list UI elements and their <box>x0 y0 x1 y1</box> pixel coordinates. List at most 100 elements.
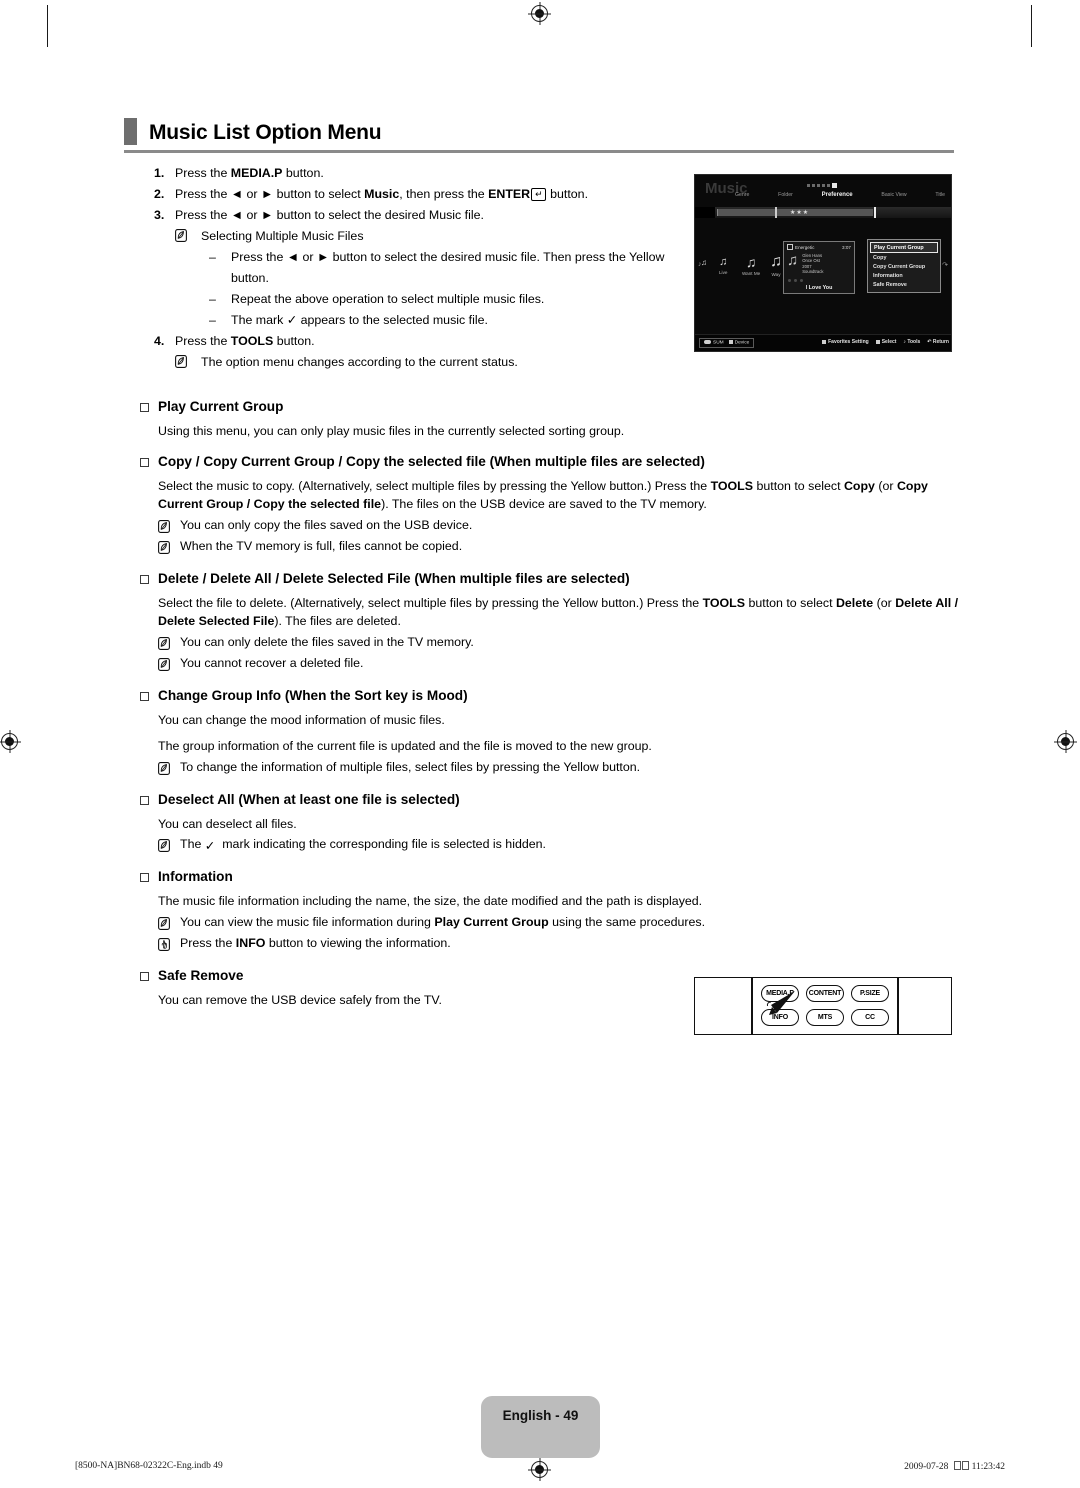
substep-note: Selecting Multiple Music Files <box>175 226 684 247</box>
steps-list: 1. Press the MEDIA.P button. 2. Press th… <box>154 163 684 373</box>
tv-status-return[interactable]: ↶ Return <box>927 339 949 345</box>
section-deselect-all: Deselect All (When at least one file is … <box>140 791 960 857</box>
section-heading-text: Play Current Group <box>158 399 284 414</box>
tv-status-sum: SUM <box>704 340 724 346</box>
dash-text: Press the ◄ or ► button to select the de… <box>231 250 665 285</box>
note-icon <box>158 516 180 537</box>
tv-detail-header: Energetic 3:07 <box>784 242 854 250</box>
dash-item-3: – The mark ✓ appears to the selected mus… <box>209 310 684 331</box>
tv-menu-item-copy[interactable]: Copy <box>870 253 938 262</box>
remote-key-info[interactable]: INFO <box>761 1009 799 1026</box>
tv-detail-panel: Energetic 3:07 ♫ Glen Hans Once Ost 2007… <box>783 241 855 294</box>
manual-page: Music List Option Menu 1. Press the MEDI… <box>0 0 1080 1488</box>
step-4-note-text: The option menu changes according to the… <box>201 355 518 369</box>
tv-rating-stars: ★★★ <box>790 210 810 216</box>
tv-thumb-want-me[interactable]: ♫ Want Me <box>742 255 760 276</box>
section-note-text: The ✓ mark indicating the corresponding … <box>180 837 546 853</box>
remote-key-cc[interactable]: CC <box>851 1009 889 1026</box>
step-text: Press the MEDIA.P button. <box>175 166 324 180</box>
pointing-hand-icon <box>158 934 180 955</box>
note-icon <box>158 654 180 675</box>
tv-status-favorites[interactable]: Favorites Setting <box>822 339 869 345</box>
square-bullet-icon <box>140 574 149 584</box>
section-heading-text: Delete / Delete All / Delete Selected Fi… <box>158 570 630 586</box>
section-heading-block: Music List Option Menu <box>124 118 954 153</box>
step-number: 1. <box>154 166 165 180</box>
tv-status-tools[interactable]: ♪ Tools <box>903 339 920 345</box>
tv-thumb-0[interactable]: ♫ <box>701 259 707 267</box>
section-note: You can view the music file information … <box>140 913 960 934</box>
remote-divider-left <box>751 978 753 1034</box>
square-bullet-icon <box>140 971 149 981</box>
section-heading: Information <box>140 868 960 886</box>
tv-status-select[interactable]: Select <box>875 339 896 345</box>
tv-scroll-bar[interactable]: ★★★ <box>695 207 951 218</box>
square-bullet-icon <box>140 691 149 701</box>
remote-key-mts[interactable]: MTS <box>806 1009 844 1026</box>
tv-bar-handle[interactable] <box>775 207 777 218</box>
content-sections: Play Current Group Using this menu, you … <box>140 398 960 1021</box>
remote-key-content[interactable]: CONTENT <box>806 985 844 1002</box>
tv-sort-nav[interactable]: Genre Folder Preference Basic View Title <box>735 192 945 198</box>
select-button-icon <box>875 339 880 344</box>
tv-thumb-way[interactable]: ♫ Way <box>770 254 782 278</box>
tv-nav-preference[interactable]: Preference <box>822 192 853 198</box>
tv-nav-folder[interactable]: Folder <box>778 192 793 198</box>
tv-menu-item-information[interactable]: Information <box>870 272 938 281</box>
footer-timestamp: 2009-07-28 11:23:42 <box>904 1461 1005 1472</box>
square-bullet-icon <box>140 403 149 412</box>
dash-text: Repeat the above operation to select mul… <box>231 292 545 306</box>
tv-thumb-label: Want Me <box>742 271 761 276</box>
note-icon <box>175 226 201 247</box>
step-number: 2. <box>154 187 165 201</box>
step-4-note: The option menu changes according to the… <box>175 352 684 373</box>
tv-options-menu[interactable]: Play Current Group Copy Copy Current Gro… <box>867 239 941 293</box>
section-note-text: You can view the music file information … <box>180 914 706 929</box>
step-text: Press the ◄ or ► button to select Music,… <box>175 187 589 201</box>
tv-menu-item-copy-current-group[interactable]: Copy Current Group <box>870 262 938 271</box>
music-note-icon: ♫ <box>701 258 707 267</box>
section-heading-text: Safe Remove <box>158 967 244 983</box>
section-hand-note-text: Press the INFO button to viewing the inf… <box>180 935 451 950</box>
tv-nav-title[interactable]: Title <box>935 192 945 198</box>
heading-accent-bar <box>124 118 137 145</box>
note-icon <box>158 835 180 856</box>
section-paragraph: Select the file to delete. (Alternativel… <box>158 595 959 629</box>
square-bullet-icon <box>140 873 149 882</box>
section-note-text: To change the information of multiple fi… <box>180 759 641 774</box>
footer-file-name: [8500-NA]BN68-02322C-Eng.indb 49 <box>75 1461 223 1471</box>
tv-detail-dots <box>788 279 803 282</box>
tv-detail-genre: Soundtrack <box>802 269 824 275</box>
tv-screen-illustration: Music Genre Folder Preference Basic View… <box>694 174 952 352</box>
section-note: To change the information of multiple fi… <box>140 758 960 779</box>
square-bullet-icon <box>140 457 149 467</box>
tv-thumb-live[interactable]: ♫ Live <box>719 257 727 276</box>
section-paragraph: Using this menu, you can only play music… <box>158 424 625 438</box>
remote-key-media-p[interactable]: MEDIA.P <box>761 985 799 1002</box>
note-icon <box>158 758 180 779</box>
remote-row-1: MEDIA.P CONTENT P.SIZE <box>761 985 891 1002</box>
tv-menu-item-safe-remove[interactable]: Safe Remove <box>870 281 938 290</box>
section-hand-note: Press the INFO button to viewing the inf… <box>140 934 960 955</box>
step-3: 3. Press the ◄ or ► button to select the… <box>154 205 684 226</box>
tv-detail-body: ♫ Glen Hans Once Ost 2007 Soundtrack <box>784 250 854 276</box>
substep-note-text: Selecting Multiple Music Files <box>201 229 364 243</box>
section-paragraph: You can deselect all files. <box>158 816 297 831</box>
section-heading-text: Copy / Copy Current Group / Copy the sel… <box>158 453 705 469</box>
device-icon <box>728 340 733 344</box>
tv-menu-item-play-current-group[interactable]: Play Current Group <box>870 242 938 254</box>
section-note-text: You can only delete the files saved in t… <box>180 634 474 649</box>
section-paragraph: The music file information including the… <box>158 894 703 908</box>
tools-icon: ♪ <box>903 339 906 345</box>
note-icon <box>175 352 201 373</box>
section-heading: Delete / Delete All / Delete Selected Fi… <box>140 570 960 588</box>
section-note: You can only delete the files saved in t… <box>140 633 960 654</box>
section-change-group-info: Change Group Info (When the Sort key is … <box>140 687 960 779</box>
dash-marker: – <box>209 292 216 306</box>
checkbox-icon[interactable] <box>787 244 793 250</box>
tv-nav-basic-view[interactable]: Basic View <box>881 192 906 198</box>
tv-nav-genre[interactable]: Genre <box>735 192 749 198</box>
remote-key-p-size[interactable]: P.SIZE <box>851 985 889 1002</box>
dash-item-1: – Press the ◄ or ► button to select the … <box>209 247 684 289</box>
tv-page-dots <box>807 183 837 188</box>
